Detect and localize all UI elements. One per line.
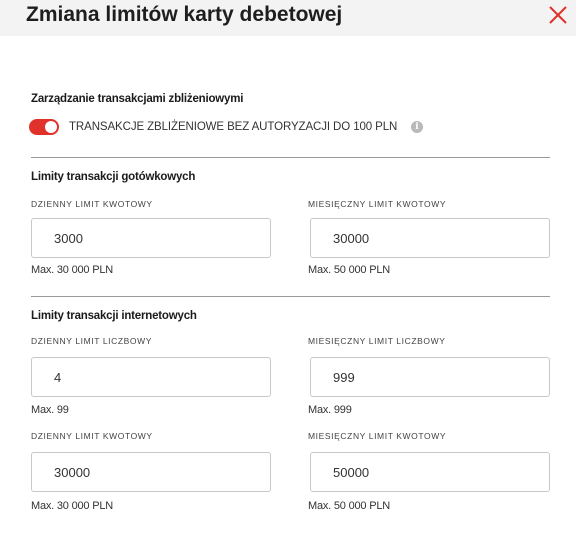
internet-daily-amount-label: DZIENNY LIMIT KWOTOWY [31, 431, 153, 441]
internet-section-title: Limity transakcji internetowych [31, 310, 197, 322]
internet-daily-count-hint: Max. 99 [31, 404, 69, 416]
contactless-toggle-label: TRANSAKCJE ZBLIŻENIOWE BEZ AUTORYZACJI D… [69, 121, 398, 133]
contactless-toggle[interactable] [29, 119, 59, 135]
internet-monthly-amount-input[interactable] [310, 452, 550, 492]
internet-monthly-count-hint: Max. 999 [308, 404, 352, 416]
close-button[interactable] [547, 4, 569, 26]
divider [31, 157, 550, 158]
internet-monthly-count-input[interactable] [310, 357, 550, 397]
cash-daily-amount-input[interactable] [31, 218, 271, 258]
info-icon[interactable]: i [411, 121, 423, 133]
cash-daily-amount-hint: Max. 30 000 PLN [31, 264, 113, 276]
cash-monthly-amount-label: MIESIĘCZNY LIMIT KWOTOWY [308, 199, 447, 209]
dialog-title: Zmiana limitów karty debetowej [26, 3, 343, 26]
internet-daily-amount-input[interactable] [31, 452, 271, 492]
toggle-knob [45, 121, 57, 133]
contactless-section-title: Zarządzanie transakcjami zbliżeniowymi [31, 93, 244, 105]
cash-monthly-amount-input[interactable] [310, 218, 550, 258]
internet-monthly-amount-label: MIESIĘCZNY LIMIT KWOTOWY [308, 431, 447, 441]
close-icon [549, 6, 567, 24]
internet-daily-count-label: DZIENNY LIMIT LICZBOWY [31, 336, 153, 346]
internet-daily-count-input[interactable] [31, 357, 271, 397]
cash-section-title: Limity transakcji gotówkowych [31, 171, 196, 183]
cash-monthly-amount-hint: Max. 50 000 PLN [308, 264, 390, 276]
divider [31, 296, 550, 297]
internet-daily-amount-hint: Max. 30 000 PLN [31, 500, 113, 512]
internet-monthly-amount-hint: Max. 50 000 PLN [308, 500, 390, 512]
internet-monthly-count-label: MIESIĘCZNY LIMIT LICZBOWY [308, 336, 446, 346]
cash-daily-amount-label: DZIENNY LIMIT KWOTOWY [31, 199, 153, 209]
